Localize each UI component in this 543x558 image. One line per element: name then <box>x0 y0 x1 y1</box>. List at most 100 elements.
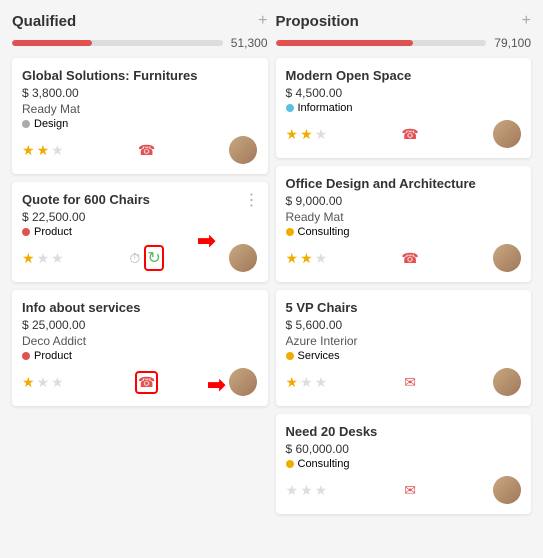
email-icon: ✉ <box>404 482 416 498</box>
star-icon[interactable]: ★ <box>286 126 299 143</box>
progress-bar-background <box>276 40 487 46</box>
kanban-card[interactable]: Global Solutions: Furnitures$ 3,800.00Re… <box>12 58 268 174</box>
star-icon[interactable]: ★ <box>315 374 328 391</box>
star-icon[interactable]: ★ <box>51 374 64 391</box>
kanban-board: Qualified+ 51,300 Global Solutions: Furnit… <box>0 0 543 534</box>
avatar-image <box>493 120 521 148</box>
card-actions: ✉ <box>404 482 416 499</box>
column-amount: 51,300 <box>231 36 268 50</box>
progress-bar-fill <box>12 40 92 46</box>
card-title: Modern Open Space <box>286 68 522 83</box>
star-icon[interactable]: ★ <box>37 142 50 159</box>
star-icon[interactable]: ★ <box>315 126 328 143</box>
email-icon: ✉ <box>404 374 416 390</box>
card-amount: $ 3,800.00 <box>22 86 258 100</box>
star-icon[interactable]: ★ <box>22 142 35 159</box>
column-title: Proposition <box>276 13 359 30</box>
card-menu-button[interactable]: ⋮ <box>244 190 260 210</box>
phone-action[interactable]: ☎ <box>138 142 155 159</box>
kanban-card[interactable]: 5 VP Chairs$ 5,600.00Azure InteriorServi… <box>276 290 532 406</box>
tag-label: Consulting <box>298 226 350 238</box>
avatar <box>493 244 521 272</box>
card-footer: ★★★✉ <box>286 476 522 504</box>
star-icon[interactable]: ★ <box>286 250 299 267</box>
card-actions: ☎ <box>135 371 158 394</box>
phone-action-highlighted[interactable]: ☎ <box>135 371 158 394</box>
card-stars: ★★★ <box>286 374 328 391</box>
progress-bar-background <box>12 40 223 46</box>
card-company: Azure Interior <box>286 334 522 348</box>
avatar-image <box>493 244 521 272</box>
card-stars: ★★★ <box>286 250 328 267</box>
refresh-action-highlighted[interactable]: ↻ <box>144 245 163 271</box>
phone-icon: ☎ <box>401 126 418 142</box>
column-progress: 79,100 <box>276 36 532 50</box>
tag-label: Product <box>34 226 72 238</box>
card-amount: $ 22,500.00 <box>22 210 258 224</box>
kanban-card[interactable]: Modern Open Space$ 4,500.00Information★★… <box>276 58 532 158</box>
star-icon[interactable]: ★ <box>51 250 64 267</box>
star-icon[interactable]: ★ <box>37 374 50 391</box>
star-icon[interactable]: ★ <box>286 374 299 391</box>
card-actions: ☎ <box>138 142 155 159</box>
avatar-image <box>229 136 257 164</box>
column-header: Proposition + <box>276 12 532 30</box>
avatar-image <box>229 244 257 272</box>
card-actions: ☎ <box>401 250 418 267</box>
card-title: Office Design and Architecture <box>286 176 522 191</box>
phone-icon: ☎ <box>138 374 155 391</box>
kanban-card[interactable]: ⋮Quote for 600 Chairs$ 22,500.00Product★… <box>12 182 268 282</box>
column-add-button[interactable]: + <box>258 12 267 30</box>
tag-dot <box>286 228 294 236</box>
phone-action[interactable]: ☎ <box>401 250 418 267</box>
star-icon[interactable]: ★ <box>300 250 313 267</box>
card-tag: Consulting <box>286 226 522 238</box>
kanban-card[interactable]: Office Design and Architecture $ 9,000.00… <box>276 166 532 282</box>
card-stars: ★★★ <box>22 374 64 391</box>
card-actions: ⏱↻ <box>129 245 163 271</box>
star-icon[interactable]: ★ <box>300 482 313 499</box>
column-header: Qualified+ <box>12 12 268 30</box>
tag-label: Product <box>34 350 72 362</box>
star-icon[interactable]: ★ <box>51 142 64 159</box>
refresh-icon: ↻ <box>147 248 160 268</box>
card-actions: ☎ <box>401 126 418 143</box>
star-icon[interactable]: ★ <box>300 374 313 391</box>
tag-label: Design <box>34 118 68 130</box>
avatar-image <box>493 368 521 396</box>
card-footer: ★★★☎ <box>286 244 522 272</box>
red-arrow-indicator: ➡ <box>207 372 225 398</box>
avatar <box>229 368 257 396</box>
red-arrow-indicator: ➡ <box>197 228 215 254</box>
star-icon[interactable]: ★ <box>300 126 313 143</box>
star-icon[interactable]: ★ <box>315 482 328 499</box>
email-action[interactable]: ✉ <box>404 482 416 499</box>
card-title: Need 20 Desks <box>286 424 522 439</box>
star-icon[interactable]: ★ <box>22 250 35 267</box>
clock-icon: ⏱ <box>129 250 140 267</box>
star-icon[interactable]: ★ <box>37 250 50 267</box>
tag-dot <box>22 120 30 128</box>
tag-dot <box>286 352 294 360</box>
email-action[interactable]: ✉ <box>404 374 416 391</box>
kanban-column-proposition: Proposition +79,100 Modern Open Space$ 4,5… <box>272 8 536 526</box>
phone-action[interactable]: ☎ <box>401 126 418 143</box>
card-amount: $ 9,000.00 <box>286 194 522 208</box>
column-add-button[interactable]: + <box>522 12 531 30</box>
star-icon[interactable]: ★ <box>286 482 299 499</box>
card-footer: ★★★☎ <box>22 136 258 164</box>
avatar <box>229 136 257 164</box>
kanban-card[interactable]: Info about services$ 25,000.00Deco Addic… <box>12 290 268 406</box>
card-footer: ★★★✉ <box>286 368 522 396</box>
card-tag: Design <box>22 118 258 130</box>
avatar <box>493 120 521 148</box>
card-tag: Product <box>22 226 258 238</box>
kanban-card[interactable]: Need 20 Desks$ 60,000.00Consulting★★★✉ <box>276 414 532 514</box>
avatar-image <box>229 368 257 396</box>
star-icon[interactable]: ★ <box>315 250 328 267</box>
card-footer: ★★★⏱↻ <box>22 244 258 272</box>
card-tag: Consulting <box>286 458 522 470</box>
progress-bar-fill <box>276 40 413 46</box>
card-company: Ready Mat <box>286 210 522 224</box>
star-icon[interactable]: ★ <box>22 374 35 391</box>
